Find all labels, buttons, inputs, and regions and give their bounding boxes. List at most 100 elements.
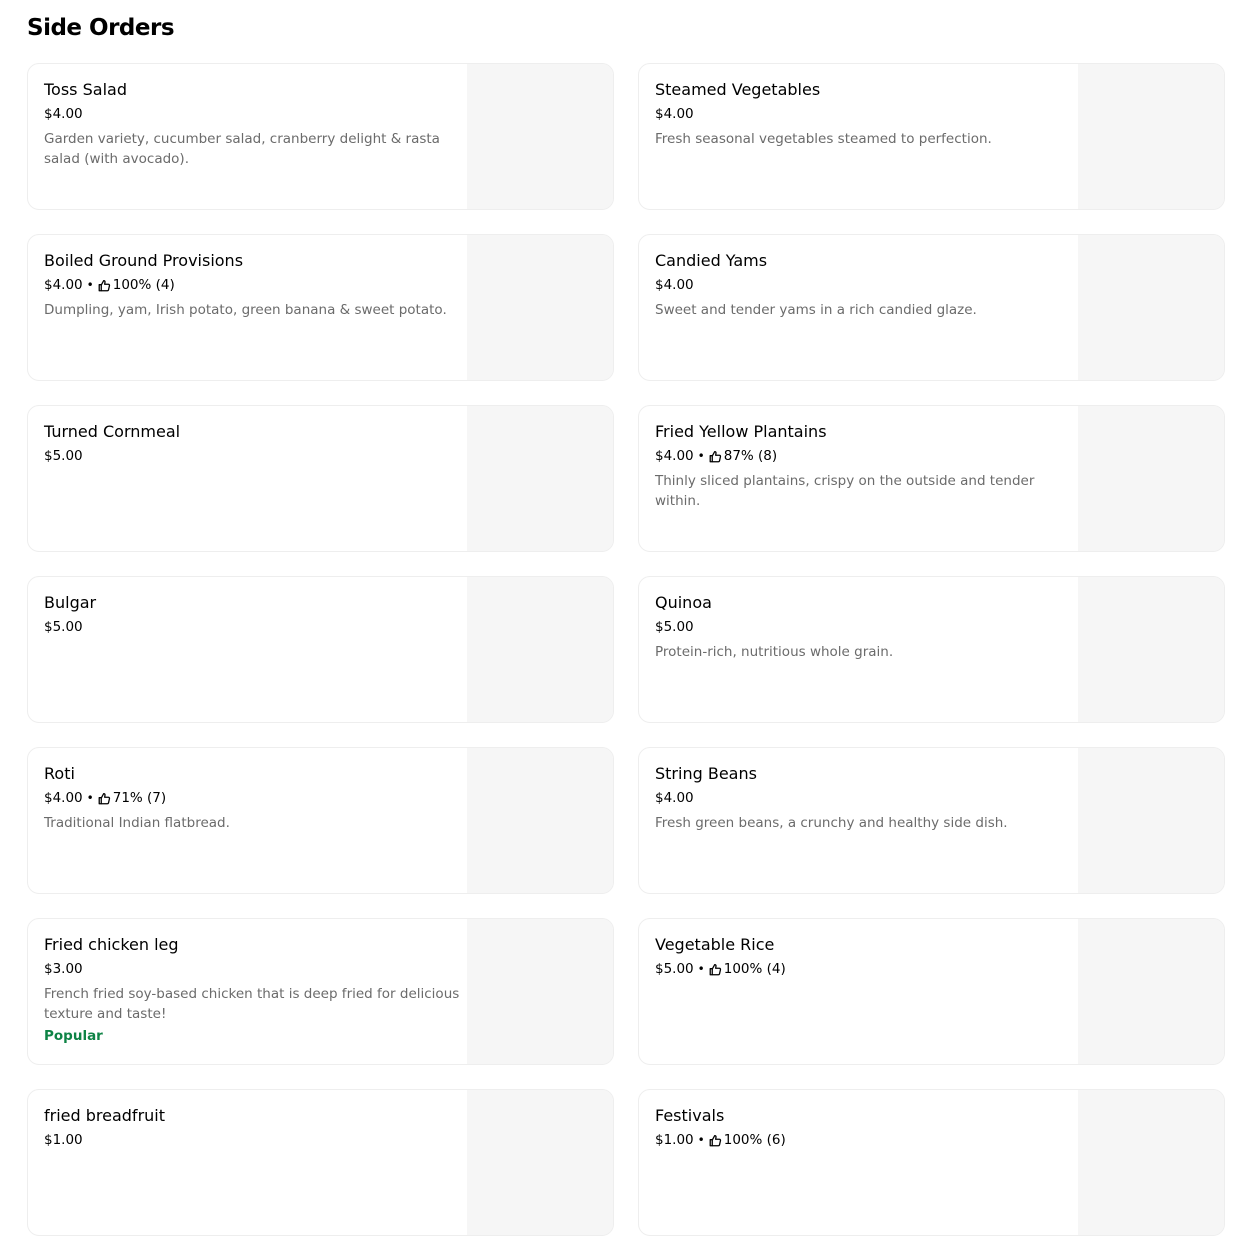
menu-item-meta: $4.00 [655, 789, 1075, 807]
menu-item-meta: $4.00 • 100% (4) [44, 276, 464, 294]
menu-item-image [1078, 1090, 1224, 1235]
menu-item-name: Vegetable Rice [655, 935, 775, 954]
menu-item-image [467, 748, 613, 893]
menu-item-card[interactable]: Festivals $1.00 • 100% (6) [638, 1089, 1225, 1236]
section-title: Side Orders [27, 15, 175, 41]
menu-item-price: $5.00 [44, 619, 83, 635]
menu-item-image [1078, 235, 1224, 380]
menu-item-info: String Beans $4.00 Fresh green beans, a cr… [655, 764, 1075, 833]
menu-item-description: Fresh green beans, a crunchy and healthy… [655, 815, 1008, 831]
menu-item-price: $1.00 [655, 1132, 694, 1148]
menu-item-name: Turned Cornmeal [44, 422, 181, 441]
menu-item-description: Fresh seasonal vegetables steamed to per… [655, 131, 992, 147]
menu-item-image [1078, 919, 1224, 1064]
menu-item-info: Turned Cornmeal $5.00 [44, 422, 464, 465]
menu-item-price: $1.00 [44, 1132, 83, 1148]
menu-item-name: Quinoa [655, 593, 712, 612]
menu-item-card[interactable]: Quinoa $5.00 Protein-rich, nutritious whol… [638, 576, 1225, 723]
menu-item-meta: $4.00 [655, 105, 1075, 123]
menu-item-rating: 100% (4) [112, 277, 175, 293]
menu-item-info: Festivals $1.00 • 100% (6) [655, 1106, 1075, 1149]
menu-item-info: Boiled Ground Provisions $4.00 • 100% (4) Du… [44, 251, 464, 320]
menu-item-name: Festivals [655, 1106, 725, 1125]
menu-item-rating: 100% (4) [723, 961, 786, 977]
menu-item-card[interactable]: Turned Cornmeal $5.00 [27, 405, 614, 552]
menu-item-meta: $4.00 [44, 105, 464, 123]
menu-item-card[interactable]: Fried chicken leg $3.00 French fried soy-b… [27, 918, 614, 1065]
menu-item-card[interactable]: Roti $4.00 • 71% (7) Traditional Indian flat… [27, 747, 614, 894]
menu-item-grid: Toss Salad $4.00 Garden variety, cucumber … [27, 63, 1225, 1236]
menu-item-info: Steamed Vegetables $4.00 Fresh seasonal ve… [655, 80, 1075, 149]
menu-item-card[interactable]: Candied Yams $4.00 Sweet and tender yams i… [638, 234, 1225, 381]
menu-item-meta: $4.00 [655, 276, 1075, 294]
menu-item-price: $4.00 [44, 277, 83, 293]
menu-item-name: Steamed Vegetables [655, 80, 821, 99]
menu-item-name: Fried chicken leg [44, 935, 179, 954]
menu-item-image [1078, 577, 1224, 722]
menu-item-meta: $4.00 • 71% (7) [44, 789, 464, 807]
menu-item-image [467, 919, 613, 1064]
thumbs-up-icon [709, 963, 722, 976]
menu-item-card[interactable]: String Beans $4.00 Fresh green beans, a cr… [638, 747, 1225, 894]
menu-item-price: $4.00 [655, 790, 694, 806]
menu-item-image [467, 406, 613, 551]
thumbs-up-icon [709, 1134, 722, 1147]
menu-item-rating: 100% (6) [723, 1132, 786, 1148]
menu-item-meta: $1.00 • 100% (6) [655, 1131, 1075, 1149]
menu-item-description: Garden variety, cucumber salad, cranberr… [44, 131, 440, 167]
side-orders-section: Side Orders Toss Salad $4.00 Garden variet… [0, 0, 1250, 1236]
menu-item-meta: $5.00 • 100% (4) [655, 960, 1075, 978]
menu-item-price: $5.00 [44, 448, 83, 464]
menu-item-info: Toss Salad $4.00 Garden variety, cucumber … [44, 80, 464, 169]
menu-item-image [467, 1090, 613, 1235]
menu-item-card[interactable]: Fried Yellow Plantains $4.00 • 87% (8) Thinl… [638, 405, 1225, 552]
menu-item-name: Bulgar [44, 593, 97, 612]
menu-item-meta: $5.00 [44, 447, 464, 465]
menu-item-image [467, 235, 613, 380]
menu-item-image [1078, 748, 1224, 893]
menu-item-info: Vegetable Rice $5.00 • 100% (4) [655, 935, 1075, 978]
menu-item-rating: 71% (7) [112, 790, 167, 806]
thumbs-up-icon [98, 279, 111, 292]
menu-item-meta: $1.00 [44, 1131, 464, 1149]
menu-item-card[interactable]: Bulgar $5.00 [27, 576, 614, 723]
menu-item-meta: $4.00 • 87% (8) [655, 447, 1075, 465]
menu-item-price: $4.00 [44, 790, 83, 806]
menu-item-price: $4.00 [44, 106, 83, 122]
menu-item-description: Traditional Indian flatbread. [44, 815, 230, 831]
separator-dot: • [86, 791, 94, 805]
separator-dot: • [86, 278, 94, 292]
menu-item-card[interactable]: Steamed Vegetables $4.00 Fresh seasonal ve… [638, 63, 1225, 210]
menu-item-name: Candied Yams [655, 251, 768, 270]
separator-dot: • [697, 1133, 705, 1147]
menu-item-card[interactable]: Boiled Ground Provisions $4.00 • 100% (4) Du… [27, 234, 614, 381]
menu-item-description: Dumpling, yam, Irish potato, green banan… [44, 302, 447, 318]
menu-item-name: Boiled Ground Provisions [44, 251, 244, 270]
separator-dot: • [697, 962, 705, 976]
menu-item-image [467, 577, 613, 722]
menu-item-price: $4.00 [655, 277, 694, 293]
menu-item-info: Candied Yams $4.00 Sweet and tender yams i… [655, 251, 1075, 320]
menu-item-image [1078, 406, 1224, 551]
menu-item-card[interactable]: Toss Salad $4.00 Garden variety, cucumber … [27, 63, 614, 210]
menu-item-name: String Beans [655, 764, 757, 783]
thumbs-up-icon [98, 792, 111, 805]
menu-item-name: fried breadfruit [44, 1106, 165, 1125]
menu-item-price: $3.00 [44, 961, 83, 977]
menu-item-info: Quinoa $5.00 Protein-rich, nutritious whol… [655, 593, 1075, 662]
menu-item-info: Bulgar $5.00 [44, 593, 464, 636]
menu-item-card[interactable]: Vegetable Rice $5.00 • 100% (4) [638, 918, 1225, 1065]
menu-item-name: Toss Salad [44, 80, 127, 99]
menu-item-info: Fried Yellow Plantains $4.00 • 87% (8) Thinl… [655, 422, 1075, 511]
menu-item-meta: $5.00 [44, 618, 464, 636]
menu-item-description: Protein-rich, nutritious whole grain. [655, 644, 894, 660]
menu-item-info: fried breadfruit $1.00 [44, 1106, 464, 1149]
menu-item-image [1078, 64, 1224, 209]
menu-item-description: Sweet and tender yams in a rich candied … [655, 302, 977, 318]
menu-item-description: Thinly sliced plantains, crispy on the o… [655, 473, 1035, 509]
menu-item-meta: $3.00 [44, 960, 464, 978]
menu-item-name: Roti [44, 764, 75, 783]
separator-dot: • [697, 449, 705, 463]
menu-item-price: $4.00 [655, 106, 694, 122]
menu-item-card[interactable]: fried breadfruit $1.00 [27, 1089, 614, 1236]
